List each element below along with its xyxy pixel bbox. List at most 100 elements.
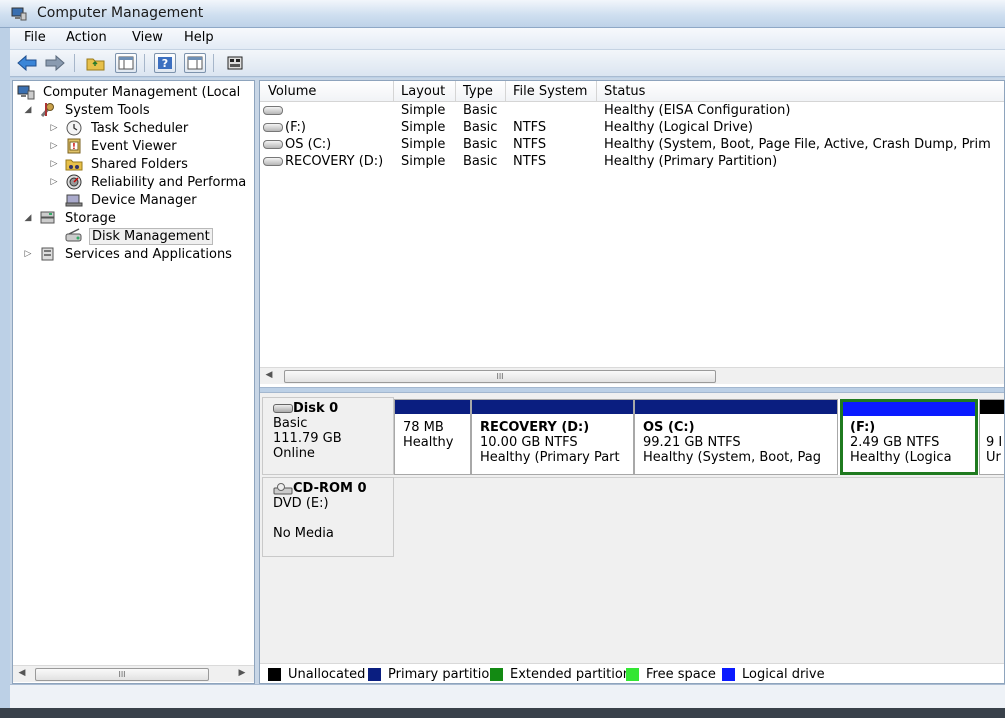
toolbar-separator: [74, 54, 75, 72]
volume-layout: Simple: [401, 154, 446, 169]
volume-list-header: Volume Layout Type File System Status: [260, 81, 1004, 102]
computer-management-icon: [17, 84, 35, 100]
expand-arrow-icon[interactable]: ▷: [23, 249, 33, 259]
volume-row[interactable]: (F:) Simple Basic NTFS Healthy (Logical …: [260, 120, 1004, 137]
volume-file-system: NTFS: [513, 120, 547, 135]
volume-status: Healthy (EISA Configuration): [604, 103, 791, 118]
disk-size: 111.79 GB: [273, 431, 342, 446]
collapse-arrow-icon[interactable]: ◢: [23, 105, 33, 115]
scrollbar-thumb[interactable]: III: [284, 370, 716, 383]
column-divider[interactable]: [505, 81, 506, 102]
partition-color-bar: [635, 400, 837, 414]
disk-0-label[interactable]: Disk 0 Basic 111.79 GB Online: [262, 397, 394, 475]
tree-item-label: Device Manager: [91, 192, 197, 208]
volume-list-horizontal-scrollbar[interactable]: ◀ III: [260, 367, 1004, 384]
tree-item-label: Shared Folders: [91, 156, 188, 172]
tree-item-label: Event Viewer: [91, 138, 177, 154]
volume-status: Healthy (Primary Partition): [604, 154, 778, 169]
scrollbar-thumb[interactable]: III: [35, 668, 209, 681]
tree-item-task-scheduler[interactable]: ▷ Task Scheduler: [49, 119, 190, 137]
volume-row[interactable]: Simple Basic Healthy (EISA Configuration…: [260, 103, 1004, 120]
partition-unallocated[interactable]: 9 I Ur: [979, 399, 1004, 475]
tree-item-event-viewer[interactable]: ▷ ! Event Viewer: [49, 137, 179, 155]
legend-item: Primary partition: [368, 667, 498, 682]
tree-item-services-applications[interactable]: ▷ Services and Applications: [23, 245, 234, 263]
partition-legend: Unallocated Primary partition Extended p…: [260, 663, 1004, 683]
tree-item-computer-management[interactable]: Computer Management (Local: [17, 83, 242, 101]
tree-item-label: Disk Management: [89, 227, 213, 245]
menu-view[interactable]: View: [129, 30, 166, 45]
tree-item-label: Services and Applications: [65, 246, 232, 262]
tree-item-shared-folders[interactable]: ▷ Shared Folders: [49, 155, 190, 173]
volume-name: OS (C:): [285, 137, 332, 152]
partition-recovery[interactable]: RECOVERY (D:) 10.00 GB NTFS Healthy (Pri…: [471, 399, 634, 475]
volume-name: RECOVERY (D:): [285, 154, 384, 169]
column-header-volume[interactable]: Volume: [268, 84, 316, 99]
shared-folder-icon: [65, 156, 83, 172]
partition-color-bar: [472, 400, 633, 414]
up-folder-icon[interactable]: [85, 53, 107, 73]
partition-f-logical[interactable]: (F:) 2.49 GB NTFS Healthy (Logica: [840, 399, 978, 475]
expand-arrow-icon[interactable]: ▷: [49, 141, 59, 151]
cdrom-0-label[interactable]: CD-ROM 0 DVD (E:) No Media: [262, 477, 394, 557]
volume-row[interactable]: RECOVERY (D:) Simple Basic NTFS Healthy …: [260, 154, 1004, 171]
volume-row[interactable]: OS (C:) Simple Basic NTFS Healthy (Syste…: [260, 137, 1004, 154]
show-hide-tree-icon[interactable]: [115, 53, 137, 73]
partition-size: 99.21 GB NTFS: [643, 435, 741, 450]
partition-color-bar: [843, 402, 975, 416]
column-header-status[interactable]: Status: [604, 84, 645, 99]
partition-size: 2.49 GB NTFS: [850, 435, 940, 450]
disk-properties-icon[interactable]: [224, 53, 246, 73]
scroll-right-icon[interactable]: ▶: [235, 668, 249, 678]
partition-name: RECOVERY (D:): [480, 420, 590, 435]
partition-os[interactable]: OS (C:) 99.21 GB NTFS Healthy (System, B…: [634, 399, 838, 475]
tree-item-system-tools[interactable]: ◢ System Tools: [23, 101, 152, 119]
tree-item-disk-management[interactable]: Disk Management: [65, 227, 213, 245]
partition-status: Healthy (System, Boot, Pag: [643, 450, 821, 465]
column-divider[interactable]: [393, 81, 394, 102]
partition-status: Healthy (Primary Part: [480, 450, 620, 465]
device-manager-icon: [65, 192, 83, 208]
toolbar: ?: [10, 50, 1005, 77]
menu-help[interactable]: Help: [181, 30, 217, 45]
column-header-file-system[interactable]: File System: [513, 84, 587, 99]
tree-item-storage[interactable]: ◢ Storage: [23, 209, 118, 227]
legend-swatch: [368, 668, 381, 681]
tree-horizontal-scrollbar[interactable]: ◀ III ▶: [13, 665, 254, 682]
tree-item-device-manager[interactable]: Device Manager: [65, 191, 199, 209]
scroll-left-icon[interactable]: ◀: [262, 370, 276, 380]
cdrom-name: CD-ROM 0: [293, 481, 367, 496]
show-hide-action-pane-icon[interactable]: [184, 53, 206, 73]
column-divider[interactable]: [596, 81, 597, 102]
collapse-arrow-icon[interactable]: ◢: [23, 213, 33, 223]
disk-state: Online: [273, 446, 315, 461]
partition-eisa[interactable]: 78 MB Healthy: [394, 399, 471, 475]
scroll-left-icon[interactable]: ◀: [15, 668, 29, 678]
column-divider[interactable]: [455, 81, 456, 102]
expand-arrow-icon[interactable]: ▷: [49, 177, 59, 187]
partition-status: Ur: [986, 450, 1001, 465]
menu-action[interactable]: Action: [63, 30, 110, 45]
tree-item-label: Computer Management (Local: [43, 84, 241, 100]
expand-arrow-icon[interactable]: ▷: [49, 123, 59, 133]
back-arrow-icon[interactable]: [16, 53, 38, 73]
tree-item-reliability-performance[interactable]: ▷ Reliability and Performa: [49, 173, 248, 191]
volume-file-system: NTFS: [513, 154, 547, 169]
partition-size: 78 MB: [403, 420, 444, 435]
menu-file[interactable]: File: [21, 30, 49, 45]
forward-arrow-icon[interactable]: [44, 53, 66, 73]
title-bar[interactable]: Computer Management: [0, 0, 1005, 28]
toolbar-separator: [144, 54, 145, 72]
desktop-edge: [0, 708, 1005, 718]
volume-status: Healthy (Logical Drive): [604, 120, 754, 135]
help-icon[interactable]: ?: [154, 53, 176, 73]
column-header-layout[interactable]: Layout: [401, 84, 445, 99]
expand-arrow-icon[interactable]: ▷: [49, 159, 59, 169]
legend-swatch: [626, 668, 639, 681]
tools-icon: [39, 102, 57, 118]
cdrom-0-media-area[interactable]: [394, 477, 1004, 557]
volume-type: Basic: [463, 137, 498, 152]
cd-drive-icon: [273, 482, 293, 495]
legend-swatch: [722, 668, 735, 681]
column-header-type[interactable]: Type: [463, 84, 493, 99]
